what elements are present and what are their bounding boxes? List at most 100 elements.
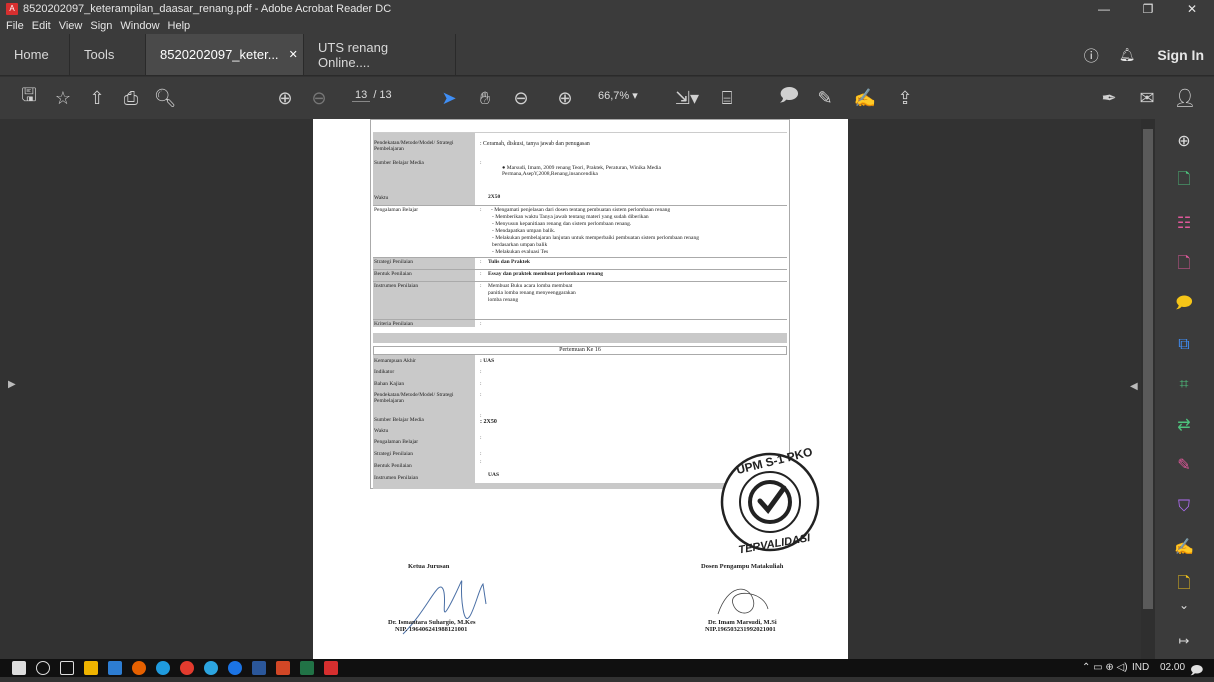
share-icon[interactable]: ⇪ xyxy=(892,77,918,119)
row-value: - Mengamati penjelasan dari dosen tentan… xyxy=(491,207,671,213)
select-cursor-icon[interactable]: ➤ xyxy=(436,77,462,119)
sign-icon[interactable]: ✍ xyxy=(852,77,878,119)
menu-sign[interactable]: Sign xyxy=(90,20,112,32)
task-view-icon[interactable] xyxy=(60,661,74,675)
row-label: Bahan Kajian xyxy=(374,381,405,387)
document-viewer[interactable]: ▶ Pendekatan/Metode/Model/ Strategi Pemb… xyxy=(0,119,1155,659)
start-button-icon[interactable] xyxy=(12,661,26,675)
menu-view[interactable]: View xyxy=(59,20,83,32)
compress-pdf-icon[interactable]: ⇄ xyxy=(1169,413,1199,437)
minimize-button[interactable]: — xyxy=(1082,0,1126,18)
pdf-page: Pendekatan/Metode/Model/ Strategi Pembel… xyxy=(313,119,848,659)
vertical-scrollbar[interactable] xyxy=(1141,119,1155,659)
menu-file[interactable]: File xyxy=(6,20,24,32)
language-indicator[interactable]: IND xyxy=(1132,662,1149,673)
system-tray-icons[interactable]: ⌃ ▭ ⊕ ◁) xyxy=(1082,662,1128,673)
email-icon[interactable]: ✉ xyxy=(1134,77,1160,119)
menu-help[interactable]: Help xyxy=(168,20,191,32)
close-tab-icon[interactable]: ✕ xyxy=(289,48,298,61)
separator-band xyxy=(373,333,787,343)
right-panel-toggle-icon[interactable]: ◀ xyxy=(1130,381,1138,392)
print-icon[interactable]: ⎙ xyxy=(118,77,144,119)
scroll-mode-icon[interactable]: ⌸ xyxy=(714,77,740,119)
excel-icon[interactable] xyxy=(300,661,314,675)
menu-window[interactable]: Window xyxy=(120,20,159,32)
comment-icon[interactable]: 🗩 xyxy=(776,77,802,119)
tab-document-2-label: UTS renang Online.... xyxy=(318,39,389,70)
search-icon[interactable] xyxy=(36,661,50,675)
row-label: Strategi Penilaian xyxy=(374,451,413,457)
row-value: : Ceramah, diskusi, tanya jawab dan penu… xyxy=(480,141,590,147)
current-page-input[interactable]: 13 xyxy=(352,89,371,102)
hand-tool-icon[interactable]: ✋︎ xyxy=(472,77,498,119)
chrome-icon[interactable] xyxy=(180,661,194,675)
previous-page-icon[interactable]: ⊕ xyxy=(272,77,298,119)
tab-document-label: 8520202097_keter... xyxy=(160,47,279,62)
zoom-in-icon[interactable]: ⊕ xyxy=(552,77,578,119)
row-label: Bentuk Penilaian xyxy=(374,463,412,469)
row-value: : xyxy=(480,392,482,398)
tab-tools[interactable]: Tools xyxy=(70,34,146,75)
close-window-button[interactable]: ✕ xyxy=(1170,0,1214,18)
powerpoint-icon[interactable] xyxy=(276,661,290,675)
signature-right-title: Dosen Pengampu Matakuliah xyxy=(701,563,784,570)
row-label: Pendekatan/Metode/Model/ Strategi Pembel… xyxy=(374,140,454,152)
zoom-tool-icon[interactable]: ⊕ xyxy=(1169,129,1199,153)
row-label: Pengalaman Belajar xyxy=(374,207,419,213)
zoom-value: 66,7% xyxy=(598,90,630,102)
edge-icon[interactable] xyxy=(156,661,170,675)
row-value-line: lomba renang xyxy=(488,297,519,303)
firefox-icon[interactable] xyxy=(132,661,146,675)
file-explorer-icon[interactable] xyxy=(84,661,98,675)
zoom-out-icon[interactable]: ⊖ xyxy=(508,77,534,119)
row-label: Pengalaman Belajar xyxy=(374,439,419,445)
create-pdf-icon[interactable]: 🗋 xyxy=(1169,169,1199,193)
windows-taskbar: ⌃ ▭ ⊕ ◁) IND 02.00 🗩 xyxy=(0,659,1214,677)
tab-document-active[interactable]: 8520202097_keter... ✕ xyxy=(146,34,304,75)
tab-document-2[interactable]: UTS renang Online.... xyxy=(304,34,456,75)
word-icon[interactable] xyxy=(252,661,266,675)
organize-pages-icon[interactable]: ☷ xyxy=(1169,211,1199,235)
list-item: - Mendapatkan umpan balik. xyxy=(492,228,556,234)
edit-pdf-icon[interactable]: 🗋 xyxy=(1169,253,1199,277)
acrobat-taskbar-icon[interactable] xyxy=(324,661,338,675)
maximize-button[interactable]: ❐ xyxy=(1126,0,1170,18)
add-user-icon[interactable]: 👤︎ xyxy=(1172,77,1198,119)
fill-sign-tool-icon[interactable]: ✎ xyxy=(1169,453,1199,477)
comment-tool-icon[interactable]: 🗩 xyxy=(1169,293,1199,317)
highlight-pen-icon[interactable]: ✎ xyxy=(812,77,838,119)
collapse-panel-icon[interactable]: ↦ xyxy=(1169,629,1199,653)
protect-shield-icon[interactable]: ⛉ xyxy=(1169,495,1199,519)
row-label: Indikator xyxy=(374,369,395,375)
telegram-icon[interactable] xyxy=(204,661,218,675)
fit-page-icon[interactable]: ⇲▾ xyxy=(672,77,702,119)
row-value: UAS xyxy=(488,472,500,478)
help-icon[interactable]: ⓘ xyxy=(1084,45,1099,66)
notifications-icon[interactable]: 🗩 xyxy=(1190,661,1203,682)
scan-ocr-icon[interactable]: ⌗ xyxy=(1169,373,1199,397)
signature-right-scribble xyxy=(717,588,769,615)
notification-bell-icon[interactable]: 🔔︎ xyxy=(1119,47,1136,63)
list-item: - Melakukan evaluasi Tes xyxy=(492,249,549,255)
scrollbar-thumb[interactable] xyxy=(1143,129,1153,609)
store-icon[interactable] xyxy=(108,661,122,675)
row-value: : 2X50 xyxy=(480,419,497,425)
tools-side-panel: ⊕ 🗋 ☷ 🗋 🗩 ⧉ ⌗ ⇄ ✎ ⛉ ✍ 🗋 ⌄ ↦ xyxy=(1155,119,1214,659)
request-signature-icon[interactable]: ✍ xyxy=(1169,535,1199,559)
tab-home[interactable]: Home xyxy=(0,34,70,75)
zoom-select[interactable]: 66,7% ▾ xyxy=(598,89,638,102)
clock[interactable]: 02.00 xyxy=(1160,662,1185,673)
upload-cloud-icon[interactable]: ⇧ xyxy=(84,77,110,119)
search-zoom-icon[interactable]: 🔍︎ xyxy=(152,77,178,119)
sign-in-button[interactable]: Sign In xyxy=(1157,47,1204,63)
menu-edit[interactable]: Edit xyxy=(32,20,51,32)
expand-tools-chevron-icon[interactable]: ⌄ xyxy=(1169,593,1199,617)
next-page-icon[interactable]: ⊖ xyxy=(306,77,332,119)
browser-icon[interactable] xyxy=(228,661,242,675)
export-pdf-icon[interactable]: ⧉ xyxy=(1169,333,1199,357)
left-panel-toggle-icon[interactable]: ▶ xyxy=(8,379,16,390)
bookmark-star-icon[interactable]: ☆ xyxy=(50,77,76,119)
validation-stamp: UPM S-1 PKO TERVALIDASI xyxy=(720,445,820,556)
fill-sign-icon[interactable]: ✒ xyxy=(1096,77,1122,119)
save-icon[interactable]: 🖫 xyxy=(16,77,42,119)
